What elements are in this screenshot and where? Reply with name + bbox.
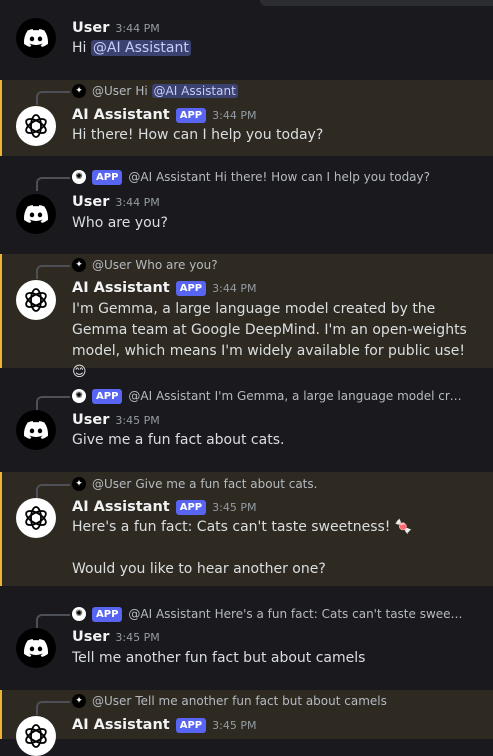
- app-badge: APP: [175, 499, 207, 515]
- message-content: I'm Gemma, a large language model create…: [72, 301, 467, 380]
- message-content: Tell me another fun fact but about camel…: [72, 650, 366, 666]
- reply-text: Hi: [135, 84, 148, 98]
- timestamp: 3:44 PM: [115, 195, 160, 209]
- reply-spine: [36, 484, 70, 498]
- openai-logo-icon: [25, 114, 47, 138]
- message-item[interactable]: User 3:44 PM Hi @AI Assistant: [0, 0, 493, 78]
- author-name[interactable]: User: [72, 194, 109, 210]
- discord-avatar[interactable]: [16, 410, 56, 450]
- reply-preview[interactable]: ✦ @User Give me a fun fact about cats.: [36, 475, 318, 498]
- timestamp: 3:44 PM: [212, 281, 257, 295]
- openai-avatar[interactable]: [16, 106, 56, 146]
- openai-avatar[interactable]: [16, 280, 56, 320]
- openai-mini-avatar: ✺: [72, 607, 86, 621]
- app-badge: APP: [175, 280, 207, 296]
- message-item[interactable]: ✦ @User Give me a fun fact about cats. A…: [0, 472, 493, 586]
- discord-logo-icon: [24, 205, 48, 223]
- openai-avatar[interactable]: [16, 498, 56, 538]
- message-content: Hi there! How can I help you today?: [72, 127, 324, 143]
- discord-logo-icon: [24, 421, 48, 439]
- timestamp: 3:45 PM: [115, 630, 160, 644]
- timestamp: 3:45 PM: [115, 413, 160, 427]
- reply-preview[interactable]: ✦ @User Who are you?: [36, 256, 218, 279]
- reply-spine: [36, 614, 70, 628]
- discord-mini-avatar: ✦: [72, 84, 86, 98]
- reply-mention: @AI Assistant: [151, 84, 238, 98]
- reply-text: Who are you?: [135, 258, 218, 272]
- reply-spine: [36, 265, 70, 279]
- openai-logo-icon: [25, 288, 47, 312]
- message-content: Give me a fun fact about cats.: [72, 432, 285, 448]
- app-badge: APP: [92, 606, 123, 622]
- author-name[interactable]: User: [72, 629, 109, 645]
- app-badge: APP: [92, 388, 123, 404]
- author-name[interactable]: AI Assistant: [72, 499, 170, 515]
- reply-preview[interactable]: ✦ @User Tell me another fun fact but abo…: [36, 692, 387, 715]
- reply-author[interactable]: @AI Assistant: [128, 389, 210, 403]
- reply-text: Here's a fun fact: Cats can't taste swee…: [214, 607, 465, 621]
- author-name[interactable]: AI Assistant: [72, 717, 170, 733]
- reply-text: I'm Gemma, a large language model create…: [214, 389, 465, 403]
- discord-avatar[interactable]: [16, 628, 56, 668]
- reply-author[interactable]: @User: [92, 477, 131, 491]
- discord-logo-icon: [24, 639, 48, 657]
- reply-author[interactable]: @User: [92, 84, 131, 98]
- message-item[interactable]: ✺ APP @AI Assistant Hi there! How can I …: [0, 166, 493, 244]
- reply-text: Tell me another fun fact but about camel…: [135, 694, 387, 708]
- discord-mini-avatar: ✦: [72, 258, 86, 272]
- openai-mini-avatar: ✺: [72, 170, 86, 184]
- openai-mini-avatar: ✺: [72, 389, 86, 403]
- message-text: Hi: [72, 40, 91, 56]
- reply-author[interactable]: @User: [92, 694, 131, 708]
- discord-mini-avatar: ✦: [72, 694, 86, 708]
- app-badge: APP: [175, 107, 207, 123]
- author-name[interactable]: User: [72, 412, 109, 428]
- reply-spine: [36, 177, 70, 191]
- message-item[interactable]: ✦ @User Who are you? AI Assistant APP 3:…: [0, 254, 493, 380]
- reply-preview[interactable]: ✦ @User Hi @AI Assistant: [36, 82, 238, 105]
- reply-preview[interactable]: ✺ APP @AI Assistant I'm Gemma, a large l…: [36, 387, 465, 410]
- discord-logo-icon: [24, 29, 48, 47]
- openai-avatar[interactable]: [16, 716, 56, 756]
- message-text: Would you like to hear another one?: [72, 561, 326, 577]
- reply-text: Hi there! How can I help you today?: [214, 170, 431, 184]
- mention[interactable]: @AI Assistant: [90, 40, 191, 56]
- reply-preview[interactable]: ✺ APP @AI Assistant Hi there! How can I …: [36, 168, 431, 191]
- timestamp: 3:44 PM: [115, 21, 160, 35]
- app-badge: APP: [175, 717, 207, 733]
- reply-spine: [36, 396, 70, 410]
- timestamp: 3:44 PM: [212, 108, 257, 122]
- reply-text: Give me a fun fact about cats.: [135, 477, 318, 491]
- discord-mini-avatar: ✦: [72, 477, 86, 491]
- app-badge: APP: [92, 169, 123, 185]
- message-item[interactable]: ✦ @User Tell me another fun fact but abo…: [0, 690, 493, 756]
- message-item[interactable]: ✺ APP @AI Assistant Here's a fun fact: C…: [0, 600, 493, 680]
- message-item[interactable]: ✺ APP @AI Assistant I'm Gemma, a large l…: [0, 382, 493, 462]
- discord-avatar[interactable]: [16, 194, 56, 234]
- reply-spine: [36, 91, 70, 105]
- reply-author[interactable]: @User: [92, 258, 131, 272]
- author-name[interactable]: AI Assistant: [72, 107, 170, 123]
- message-content: Hi @AI Assistant: [72, 38, 477, 59]
- discord-avatar[interactable]: [16, 18, 56, 58]
- message-content: Here's a fun fact: Cats can't taste swee…: [72, 517, 477, 580]
- timestamp: 3:45 PM: [212, 718, 257, 732]
- message-text: Here's a fun fact: Cats can't taste swee…: [72, 519, 413, 535]
- openai-logo-icon: [25, 724, 47, 748]
- openai-logo-icon: [25, 506, 47, 530]
- message-content: Who are you?: [72, 215, 168, 231]
- reply-author[interactable]: @AI Assistant: [128, 170, 210, 184]
- author-name[interactable]: User: [72, 20, 109, 36]
- reply-author[interactable]: @AI Assistant: [128, 607, 210, 621]
- message-item[interactable]: ✦ @User Hi @AI Assistant AI Assistant AP…: [0, 80, 493, 156]
- timestamp: 3:45 PM: [212, 500, 257, 514]
- reply-preview[interactable]: ✺ APP @AI Assistant Here's a fun fact: C…: [36, 605, 465, 628]
- author-name[interactable]: AI Assistant: [72, 280, 170, 296]
- reply-spine: [36, 701, 70, 715]
